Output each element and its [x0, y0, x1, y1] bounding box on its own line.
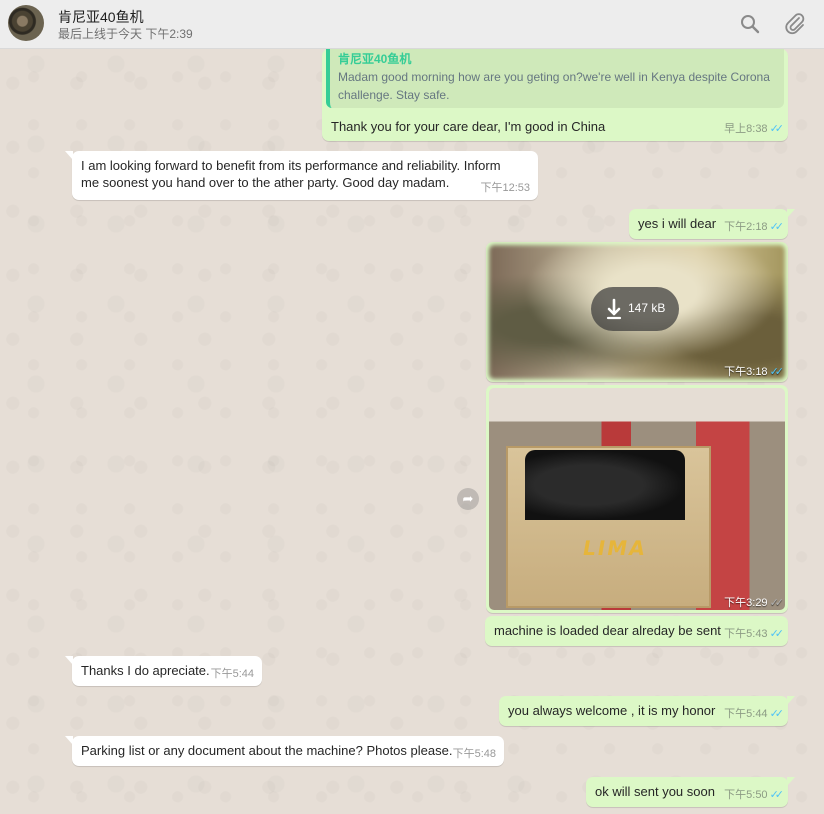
message-time: 下午5:50 — [724, 789, 768, 801]
message-time: 下午5:43 — [724, 628, 768, 640]
image-message-bubble[interactable]: LIMA 下午3:29 ✓✓ — [486, 385, 788, 613]
message-meta: 早上8:38 ✓✓ — [724, 121, 785, 138]
message-time: 下午3:29 — [724, 597, 768, 609]
message-bubble-out[interactable]: ok will sent you soon 下午5:50 ✓✓ — [586, 777, 795, 807]
message-meta: 下午5:44 — [211, 666, 254, 683]
message-meta: 下午12:53 — [480, 180, 530, 197]
message-bubble-out[interactable]: 肯尼亚40鱼机 Madam good morning how are you g… — [322, 49, 788, 141]
message-bubble-in[interactable]: Thanks I do apreciate. 下午5:44 — [65, 656, 262, 686]
message-meta: 下午2:18 ✓✓ — [724, 219, 785, 236]
quoted-author: 肯尼亚40鱼机 — [338, 52, 412, 66]
read-receipt-icon: ✓✓ — [769, 789, 785, 801]
message-meta: 下午5:43 ✓✓ — [724, 626, 785, 643]
message-time: 下午3:18 — [724, 366, 768, 378]
download-icon — [606, 298, 622, 320]
message-bubble-out[interactable]: machine is loaded dear alreday be sent 下… — [485, 616, 788, 646]
image-meta: 下午3:29 ✓✓ — [724, 594, 785, 610]
message-bubble-out[interactable]: yes i will dear 下午2:18 ✓✓ — [629, 209, 795, 239]
contact-name[interactable]: 肯尼亚40鱼机 — [58, 7, 144, 27]
message-time: 下午5:44 — [210, 668, 254, 680]
machine-in-crate — [525, 450, 685, 520]
attach-icon[interactable] — [783, 12, 807, 36]
chat-header: 肯尼亚40鱼机 最后上线于今天 下午2:39 — [0, 0, 824, 49]
photo-image[interactable]: LIMA — [489, 388, 785, 610]
message-bubble-in[interactable]: Parking list or any document about the m… — [65, 736, 504, 766]
message-bubble-in[interactable]: I am looking forward to benefit from its… — [65, 151, 538, 200]
last-seen-status: 最后上线于今天 下午2:39 — [58, 27, 193, 41]
message-text: Thank you for your care dear, I'm good i… — [331, 119, 606, 134]
read-receipt-icon: ✓✓ — [769, 628, 785, 640]
read-receipt-icon: ✓✓ — [769, 366, 785, 378]
read-receipt-icon: ✓✓ — [769, 123, 785, 135]
message-meta: 下午5:48 — [453, 746, 496, 763]
message-time: 早上8:38 — [724, 123, 768, 135]
message-bubble-out[interactable]: you always welcome , it is my honor 下午5:… — [499, 696, 795, 726]
read-receipt-icon: ✓✓ — [769, 708, 785, 720]
crate-logo: LIMA — [580, 536, 649, 560]
message-time: 下午5:44 — [724, 708, 768, 720]
delivered-receipt-icon: ✓✓ — [769, 597, 785, 609]
image-meta: 下午3:18 ✓✓ — [724, 363, 785, 379]
file-size: 147 kB — [628, 301, 666, 315]
quoted-message[interactable]: 肯尼亚40鱼机 Madam good morning how are you g… — [326, 49, 784, 108]
avatar[interactable] — [8, 5, 44, 41]
message-time: 下午12:53 — [480, 182, 530, 194]
message-text: I am looking forward to benefit from its… — [81, 158, 501, 190]
quoted-text: Madam good morning how are you geting on… — [338, 70, 770, 102]
image-message-bubble[interactable]: 147 kB 下午3:18 ✓✓ — [486, 242, 788, 382]
search-icon[interactable] — [738, 12, 762, 36]
message-text: Parking list or any document about the m… — [81, 743, 453, 758]
forward-icon[interactable]: ➦ — [457, 488, 479, 510]
download-button[interactable]: 147 kB — [591, 287, 679, 331]
message-meta: 下午5:50 ✓✓ — [724, 787, 785, 804]
message-meta: 下午5:44 ✓✓ — [724, 706, 785, 723]
message-time: 下午5:48 — [452, 748, 496, 760]
read-receipt-icon: ✓✓ — [769, 221, 785, 233]
message-time: 下午2:18 — [724, 221, 768, 233]
